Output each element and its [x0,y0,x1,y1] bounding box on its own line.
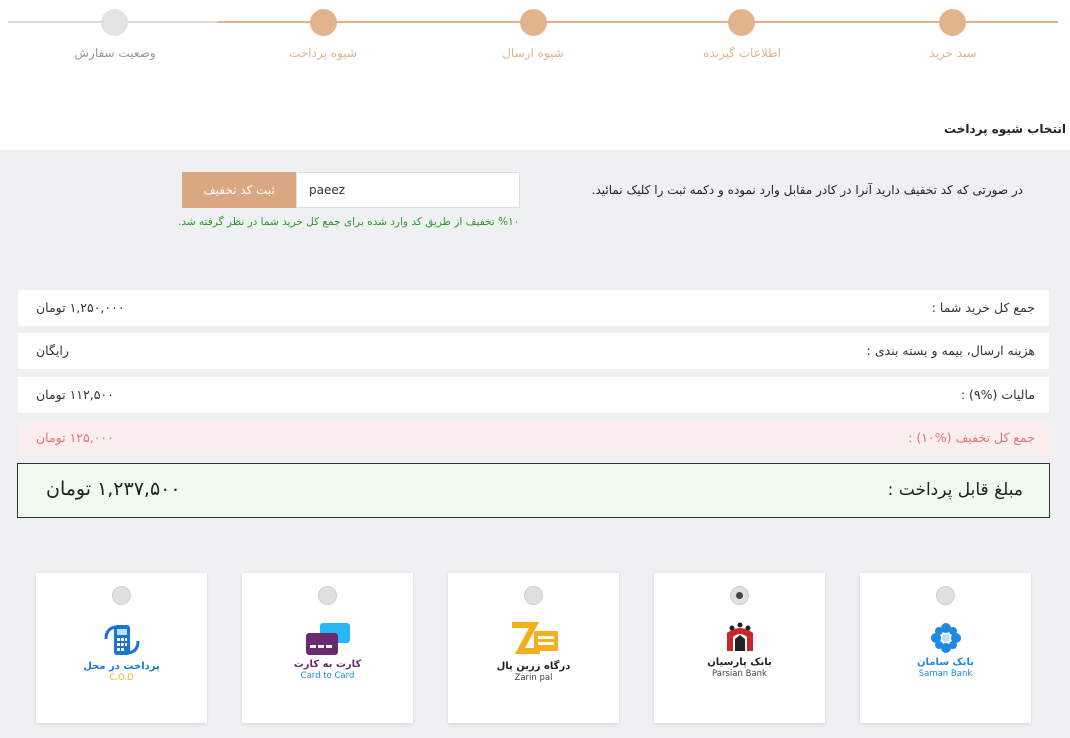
cod-title: پرداخت در محل [83,661,160,672]
payable-amount-box: مبلغ قابل پرداخت : ۱,۲۳۷,۵۰۰ تومان [17,463,1050,518]
step-dot-shipping[interactable] [520,9,547,36]
card-to-card-title: کارت به کارت [293,659,362,670]
total-value: ۱,۲۵۰,۰۰۰ تومان [36,300,125,315]
zarinpal-logo-icon [511,622,558,654]
step-dot-order-status [101,9,128,36]
discount-success-message: %۱۰ تخفیف از طریق کد وارد شده برای جمع ک… [178,216,520,228]
total-label: جمع کل خرید شما : [931,300,1035,315]
checkout-stepper: سبد خرید اطلاعات گیرنده شیوه ارسال شیوه … [0,0,1070,80]
parsian-title: بانک پارسیان [707,657,772,668]
shipping-label: هزینه ارسال، بیمه و بسته بندی : [866,343,1035,358]
discount-total-label: جمع کل تخفیف (%۱۰) : [908,430,1035,445]
step-label-cart[interactable]: سبد خرید [873,46,1033,60]
pos-terminal-icon [104,625,139,655]
radio-cod[interactable] [112,586,131,605]
credit-cards-icon [305,623,350,655]
summary-row-tax: مالیات (%۹) : ۱۱۲,۵۰۰ تومان [18,377,1049,413]
zarinpal-title: درگاه زرین پال [496,661,571,672]
discount-code-input[interactable] [296,172,520,208]
parsian-subtitle: Parsian Bank [712,669,767,679]
radio-parsian[interactable] [730,586,749,605]
step-label-shipping[interactable]: شیوه ارسال [453,46,613,60]
cod-logo: پرداخت در محل C.O.D [36,621,207,701]
saman-logo: بانک سامان Saman Bank [860,621,1031,701]
payment-option-cod[interactable]: پرداخت در محل C.O.D [36,573,207,723]
saman-title: بانک سامان [916,657,975,668]
parsian-logo: بانک پارسیان Parsian Bank [654,621,825,701]
payable-label: مبلغ قابل پرداخت : [887,480,1023,500]
radio-saman[interactable] [936,586,955,605]
summary-row-discount: جمع کل تخفیف (%۱۰) : ۱۲۵,۰۰۰ تومان [18,420,1049,456]
saman-subtitle: Saman Bank [918,669,973,679]
discount-instruction: در صورتی که کد تخفیف دارید آنرا در کادر … [591,183,1023,197]
summary-row-shipping: هزینه ارسال، بیمه و بسته بندی : رایگان [18,333,1049,369]
step-label-recipient[interactable]: اطلاعات گیرنده [662,46,822,60]
step-label-order-status: وضعیت سفارش [74,46,156,60]
payment-option-card-to-card[interactable]: کارت به کارت Card to Card [242,573,413,723]
apply-discount-button[interactable]: ثبت کد تخفیف [182,172,296,208]
summary-row-total: جمع کل خرید شما : ۱,۲۵۰,۰۰۰ تومان [18,290,1049,326]
payment-option-parsian[interactable]: بانک پارسیان Parsian Bank [654,573,825,723]
step-dot-cart[interactable] [939,9,966,36]
tax-label: مالیات (%۹) : [960,387,1035,402]
payment-panel: در صورتی که کد تخفیف دارید آنرا در کادر … [0,150,1070,738]
payment-option-saman[interactable]: بانک سامان Saman Bank [860,573,1031,723]
zarinpal-logo: درگاه زرین پال Zarin pal [448,621,619,701]
discount-total-value: ۱۲۵,۰۰۰ تومان [36,430,114,445]
payment-option-zarinpal[interactable]: درگاه زرین پال Zarin pal [448,573,619,723]
step-dot-payment[interactable] [310,9,337,36]
card-to-card-logo: کارت به کارت Card to Card [242,621,413,701]
card-to-card-subtitle: Card to Card [300,671,355,681]
cod-subtitle: C.O.D [109,673,134,683]
shipping-value: رایگان [36,343,69,358]
payable-value: ۱,۲۳۷,۵۰۰ تومان [46,478,181,500]
radio-zarinpal[interactable] [524,586,543,605]
step-label-payment[interactable]: شیوه پرداخت [243,46,403,60]
parsian-emblem-icon [726,622,753,651]
radio-card-to-card[interactable] [318,586,337,605]
step-dot-recipient[interactable] [728,9,755,36]
saman-flower-icon [930,623,961,653]
tax-value: ۱۱۲,۵۰۰ تومان [36,387,114,402]
section-title: انتخاب شیوه پرداخت [944,122,1066,136]
zarinpal-subtitle: Zarin pal [514,673,553,683]
stepper-line-complete [218,21,1058,23]
